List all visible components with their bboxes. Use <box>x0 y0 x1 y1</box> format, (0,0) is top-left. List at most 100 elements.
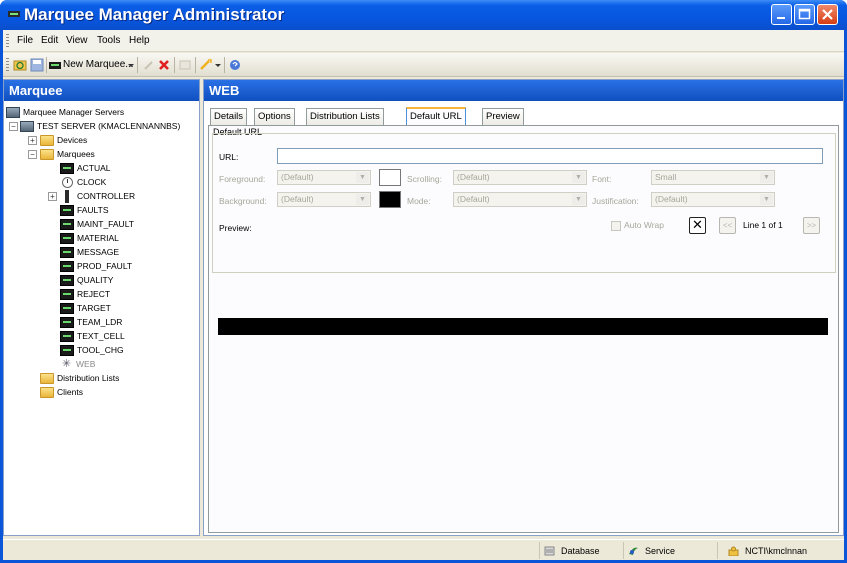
tree-server[interactable]: TEST SERVER (KMACLENNANNBS) <box>20 119 180 133</box>
tree-devices[interactable]: Devices <box>40 133 87 147</box>
marquee-icon <box>60 204 74 216</box>
expand-icon[interactable]: + <box>48 192 57 201</box>
tree-marquee-item[interactable]: REJECT <box>60 287 110 301</box>
mode-value: (Default) <box>457 194 490 204</box>
menu-edit[interactable]: Edit <box>41 35 58 46</box>
menu-help[interactable]: Help <box>129 35 150 46</box>
font-select[interactable]: Small ▼ <box>651 170 775 185</box>
web-icon: ✳ <box>61 357 72 370</box>
tree-marquee-item-selected[interactable]: ✳ WEB <box>60 357 95 371</box>
tree-marquee-item[interactable]: QUALITY <box>60 273 113 287</box>
help-icon[interactable] <box>228 58 242 72</box>
tree-marquee-item[interactable]: ACTUAL <box>60 161 111 175</box>
tree-marquee-item[interactable]: TOOL_CHG <box>60 343 124 357</box>
preview-display <box>218 318 828 335</box>
client-area: File Edit View Tools Help New Marquee... <box>3 30 844 560</box>
tree-marquees[interactable]: Marquees <box>40 147 95 161</box>
background-select[interactable]: (Default) ▼ <box>277 192 371 207</box>
service-icon <box>629 547 638 555</box>
app-icon <box>8 11 20 17</box>
auto-wrap-checkbox[interactable] <box>611 221 621 231</box>
marquee-panel: Marquee Marquee Manager Servers − TEST S… <box>3 79 200 536</box>
tree-label: CLOCK <box>77 177 107 187</box>
tab-preview[interactable]: Preview <box>482 108 524 125</box>
tree-marquee-item[interactable]: TEAM_LDR <box>60 315 122 329</box>
tree-marquee-item[interactable]: FAULTS <box>60 203 109 217</box>
new-marquee-button[interactable]: New Marquee... <box>63 59 134 70</box>
window-title: Marquee Manager Administrator <box>24 5 285 24</box>
tree-label: MATERIAL <box>77 233 119 243</box>
menu-view[interactable]: View <box>66 35 88 46</box>
new-marquee-dropdown-icon[interactable] <box>127 58 135 72</box>
edit-icon[interactable] <box>142 58 156 72</box>
send-icon[interactable] <box>199 58 213 72</box>
justification-label: Justification: <box>592 196 639 206</box>
menu-tools[interactable]: Tools <box>97 35 120 46</box>
tree-clients[interactable]: Clients <box>40 385 83 399</box>
toolbar-separator <box>195 57 196 73</box>
tree-marquee-item[interactable]: PROD_FAULT <box>60 259 132 273</box>
foreground-label: Foreground: <box>219 174 266 184</box>
toolbar-separator <box>137 57 138 73</box>
save-icon[interactable] <box>30 58 44 72</box>
refresh-icon[interactable] <box>13 58 27 72</box>
delete-icon[interactable] <box>157 58 171 72</box>
justification-select[interactable]: (Default) ▼ <box>651 192 775 207</box>
toolbar: New Marquee... <box>3 53 844 77</box>
clear-icon: ✕ <box>692 217 703 232</box>
tree-root[interactable]: Marquee Manager Servers <box>6 105 124 119</box>
marquee-icon <box>60 162 74 174</box>
tree-label: PROD_FAULT <box>77 261 133 271</box>
properties-icon[interactable] <box>178 58 192 72</box>
tree-marquee-item[interactable]: MATERIAL <box>60 231 119 245</box>
menu-bar: File Edit View Tools Help <box>3 30 844 52</box>
foreground-color-swatch[interactable] <box>379 169 401 186</box>
tab-options[interactable]: Options <box>254 108 295 125</box>
background-color-swatch[interactable] <box>379 191 401 208</box>
tree-marquee-item[interactable]: CONTROLLER <box>60 189 135 203</box>
menu-grip[interactable] <box>6 34 9 48</box>
menu-file[interactable]: File <box>17 35 33 46</box>
collapse-icon[interactable]: − <box>9 122 18 131</box>
marquee-icon <box>60 344 74 356</box>
tree-marquee-item[interactable]: MESSAGE <box>60 245 119 259</box>
toolbar-separator <box>224 57 225 73</box>
send-dropdown-icon[interactable] <box>214 58 222 72</box>
user-icon <box>728 546 739 556</box>
double-chevron-left-icon: << <box>722 221 733 230</box>
mode-select[interactable]: (Default) ▼ <box>453 192 587 207</box>
tree-marquee-item[interactable]: CLOCK <box>60 175 106 189</box>
tab-distribution-lists[interactable]: Distribution Lists <box>306 108 384 125</box>
close-icon <box>822 9 833 20</box>
folder-icon <box>40 134 54 146</box>
tree-distribution-lists[interactable]: Distribution Lists <box>40 371 119 385</box>
tree-marquee-item[interactable]: TARGET <box>60 301 111 315</box>
marquee-icon <box>60 218 74 230</box>
url-input[interactable] <box>277 148 823 164</box>
toolbar-grip[interactable] <box>6 58 9 72</box>
title-bar[interactable]: Marquee Manager Administrator <box>0 0 847 30</box>
clear-preview-button[interactable]: ✕ <box>689 217 706 234</box>
marquee-tree[interactable]: Marquee Manager Servers − TEST SERVER (K… <box>4 102 199 535</box>
chevron-down-icon: ▼ <box>760 172 773 183</box>
line-indicator: Line 1 of 1 <box>743 220 783 230</box>
status-database-label: Database <box>561 545 600 556</box>
server-icon <box>20 120 34 132</box>
close-button[interactable] <box>817 4 838 25</box>
maximize-button[interactable] <box>794 4 815 25</box>
minimize-button[interactable] <box>771 4 792 25</box>
tree-marquee-item[interactable]: TEXT_CELL <box>60 329 125 343</box>
previous-line-button[interactable]: << <box>719 217 736 234</box>
collapse-icon[interactable]: − <box>28 150 37 159</box>
tab-details[interactable]: Details <box>210 108 248 125</box>
marquee-icon <box>60 288 74 300</box>
tree-label: Marquee Manager Servers <box>23 107 125 117</box>
justification-value: (Default) <box>655 194 688 204</box>
tree-label: Clients <box>57 387 83 397</box>
scrolling-select[interactable]: (Default) ▼ <box>453 170 587 185</box>
tree-marquee-item[interactable]: MAINT_FAULT <box>60 217 134 231</box>
next-line-button[interactable]: >> <box>803 217 820 234</box>
foreground-select[interactable]: (Default) ▼ <box>277 170 371 185</box>
expand-icon[interactable]: + <box>28 136 37 145</box>
tab-default-url[interactable]: Default URL <box>406 107 466 126</box>
